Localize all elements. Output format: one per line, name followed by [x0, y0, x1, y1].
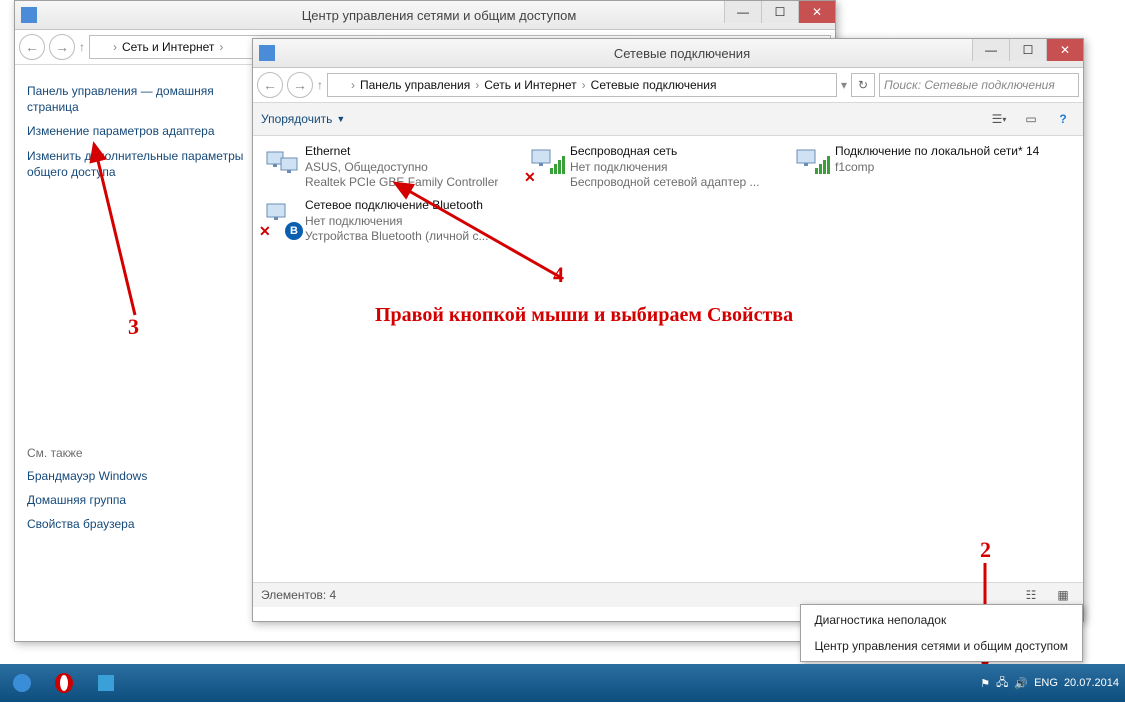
- connection-name: Ethernet: [305, 144, 498, 160]
- minimize-button[interactable]: —: [724, 1, 761, 23]
- forward-button[interactable]: →: [287, 72, 313, 98]
- addr-icon: [94, 40, 108, 54]
- addr-icon: [332, 78, 346, 92]
- tray-context-menu: Диагностика неполадок Центр управления с…: [800, 604, 1084, 662]
- taskbar-app-icon[interactable]: [86, 665, 126, 701]
- details-view-icon[interactable]: ☷: [1019, 584, 1043, 606]
- connection-icon: ✕B: [261, 198, 301, 238]
- sidebar-firewall[interactable]: Брандмауэр Windows: [27, 468, 252, 484]
- view-toggle-icon[interactable]: ☰▾: [987, 108, 1011, 130]
- menu-item-network-center[interactable]: Центр управления сетями и общим доступом: [801, 633, 1083, 659]
- search-input[interactable]: Поиск: Сетевые подключения: [879, 73, 1079, 97]
- tray-network-icon[interactable]: 🖧: [996, 674, 1008, 693]
- item-count: Элементов: 4: [261, 588, 336, 602]
- connection-icon: ✕: [526, 144, 566, 184]
- tray-volume-icon[interactable]: 🔊: [1014, 677, 1028, 690]
- connection-status: ASUS, Общедоступно: [305, 160, 498, 176]
- address-bar[interactable]: › Панель управления › Сеть и Интернет › …: [327, 73, 837, 97]
- minimize-button[interactable]: —: [972, 39, 1009, 61]
- sidebar-adapter-settings[interactable]: Изменение параметров адаптера: [27, 123, 252, 139]
- titlebar-win1[interactable]: Центр управления сетями и общим доступом…: [15, 1, 835, 30]
- back-button[interactable]: ←: [257, 72, 283, 98]
- sidebar-home-link[interactable]: Панель управления — домашняя страница: [27, 83, 252, 115]
- tray-date[interactable]: 20.07.2014: [1064, 677, 1119, 689]
- sidebar: Панель управления — домашняя страница Из…: [15, 65, 264, 643]
- tray-flag-icon[interactable]: ⚑: [980, 677, 990, 690]
- up-button[interactable]: ↑: [79, 40, 85, 54]
- close-button[interactable]: ✕: [1046, 39, 1083, 61]
- taskbar: ⚑ 🖧 🔊 ENG 20.07.2014: [0, 664, 1125, 702]
- breadcrumb-2[interactable]: Сетевые подключения: [591, 78, 717, 92]
- menu-item-diagnostics[interactable]: Диагностика неполадок: [801, 607, 1083, 633]
- annotation-3: 3: [128, 314, 139, 340]
- sidebar-seealso-label: См. также: [27, 446, 252, 460]
- connection-name: Беспроводная сеть: [570, 144, 760, 160]
- maximize-button[interactable]: ☐: [761, 1, 798, 23]
- window-network-connections: Сетевые подключения — ☐ ✕ ← → ↑ › Панель…: [252, 38, 1084, 622]
- breadcrumb-0[interactable]: Панель управления: [360, 78, 470, 92]
- connection-adapter: Устройства Bluetooth (личной с...: [305, 229, 488, 245]
- preview-pane-icon[interactable]: ▭: [1019, 108, 1043, 130]
- connection-item[interactable]: ✕BСетевое подключение BluetoothНет подкл…: [261, 198, 516, 246]
- back-button[interactable]: ←: [19, 34, 45, 60]
- connection-item[interactable]: EthernetASUS, ОбщедоступноRealtek PCIe G…: [261, 144, 516, 192]
- up-button[interactable]: ↑: [317, 78, 323, 92]
- sidebar-homegroup[interactable]: Домашняя группа: [27, 492, 252, 508]
- app-icon: [21, 7, 37, 23]
- organize-menu[interactable]: Упорядочить▼: [261, 112, 345, 126]
- connection-item[interactable]: ✕ Беспроводная сетьНет подключенияБеспров…: [526, 144, 781, 192]
- connection-adapter: Realtek PCIe GBE Family Controller: [305, 175, 498, 191]
- titlebar-win2[interactable]: Сетевые подключения — ☐ ✕: [253, 39, 1083, 68]
- connection-name: Подключение по локальной сети* 14: [835, 144, 1039, 160]
- annotation-4-text: Правой кнопкой мыши и выбираем Свойства: [375, 304, 793, 327]
- annotation-4: 4: [553, 262, 564, 288]
- start-button[interactable]: [2, 665, 42, 701]
- connection-icon: [261, 144, 301, 184]
- disconnected-icon: ✕: [259, 223, 271, 240]
- connection-status: Нет подключения: [570, 160, 760, 176]
- dropdown-icon[interactable]: ▾: [841, 78, 847, 92]
- sidebar-advanced-sharing[interactable]: Изменить дополнительные параметры общего…: [27, 148, 252, 180]
- taskbar-opera-icon[interactable]: [44, 665, 84, 701]
- window-title: Центр управления сетями и общим доступом: [43, 8, 835, 23]
- connection-adapter: Беспроводной сетевой адаптер ...: [570, 175, 760, 191]
- large-icons-view-icon[interactable]: ▦: [1051, 584, 1075, 606]
- connection-name: Сетевое подключение Bluetooth: [305, 198, 488, 214]
- close-button[interactable]: ✕: [798, 1, 835, 23]
- nav-row-win2: ← → ↑ › Панель управления › Сеть и Интер…: [253, 68, 1083, 103]
- breadcrumb[interactable]: Сеть и Интернет: [122, 40, 214, 54]
- annotation-2: 2: [980, 537, 991, 563]
- forward-button[interactable]: →: [49, 34, 75, 60]
- breadcrumb-1[interactable]: Сеть и Интернет: [484, 78, 576, 92]
- refresh-button[interactable]: ↻: [851, 73, 875, 97]
- bluetooth-badge-icon: B: [285, 222, 303, 240]
- disconnected-icon: ✕: [524, 169, 536, 186]
- connection-item[interactable]: Подключение по локальной сети* 14f1comp: [791, 144, 1046, 192]
- app-icon: [259, 45, 275, 61]
- help-icon[interactable]: ?: [1051, 108, 1075, 130]
- connection-status: f1comp: [835, 160, 1039, 176]
- tray-language[interactable]: ENG: [1034, 677, 1058, 689]
- connection-status: Нет подключения: [305, 214, 488, 230]
- maximize-button[interactable]: ☐: [1009, 39, 1046, 61]
- connections-list: EthernetASUS, ОбщедоступноRealtek PCIe G…: [253, 136, 1083, 582]
- toolbar: Упорядочить▼ ☰▾ ▭ ?: [253, 103, 1083, 136]
- connection-icon: [791, 144, 831, 184]
- sidebar-browser-properties[interactable]: Свойства браузера: [27, 516, 252, 532]
- window-title: Сетевые подключения: [281, 46, 1083, 61]
